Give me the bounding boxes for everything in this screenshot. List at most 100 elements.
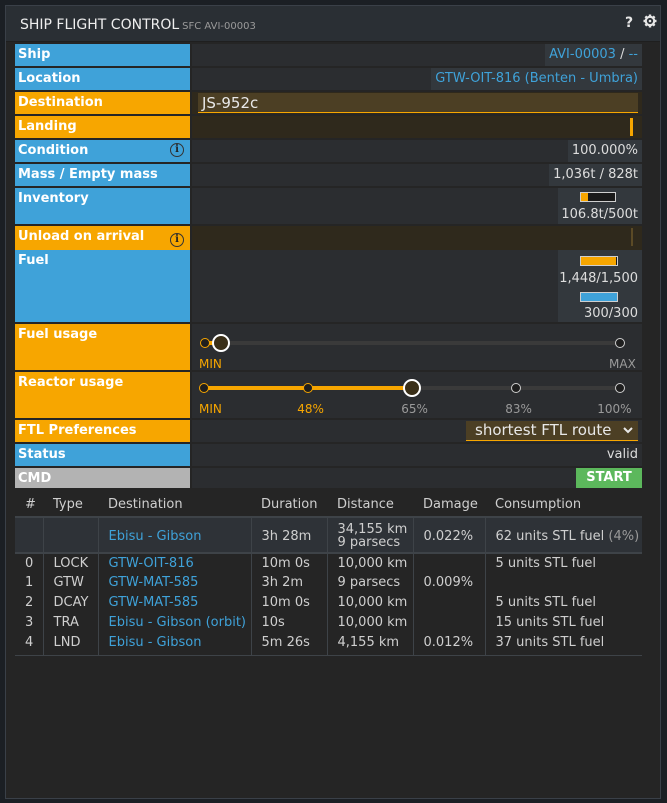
landing-label: Landing <box>15 116 190 138</box>
table-row: 2 DCAY GTW-MAT-585 10m 0s 10,000 km 5 units S… <box>15 595 642 615</box>
reactor-usage-tick[interactable] <box>615 383 625 393</box>
ftl-preferences-select[interactable]: shortest FTL route <box>466 421 638 441</box>
condition-label: Condition <box>18 143 89 158</box>
route-cell-duration: 10s <box>250 615 327 635</box>
stl-fuel-fill <box>581 257 616 265</box>
ship-link[interactable]: AVI-00003 <box>549 47 616 62</box>
reactor-usage-tick[interactable] <box>303 383 313 393</box>
fuel-usage-max-label: MAX <box>609 357 636 371</box>
start-button[interactable]: START <box>576 468 642 488</box>
summary-distance-parsecs: 9 parsecs <box>337 535 401 550</box>
col-num: # <box>15 493 43 518</box>
route-cell-type: LND <box>42 635 98 656</box>
summary-destination-cell: Ebisu - Gibson <box>97 517 251 554</box>
route-cell-destination: GTW-MAT-585 <box>97 595 251 615</box>
window-subtitle: SFC AVI-00003 <box>182 21 256 32</box>
table-row: 0 LOCK GTW-OIT-816 10m 0s 10,000 km 5 units S… <box>15 553 642 575</box>
col-duration: Duration <box>251 493 327 518</box>
table-row: 3 TRA Ebisu - Gibson (orbit) 10s 10,000 km 15… <box>15 615 642 635</box>
ship-extra-link[interactable]: -- <box>629 47 638 62</box>
stl-fuel-value: 1,448/1,500 <box>559 271 638 286</box>
location-link[interactable]: GTW-OIT-816 (Benten - Umbra) <box>435 71 638 86</box>
cmd-value-cell: START <box>192 468 642 488</box>
destination-input[interactable]: JS-952c <box>198 93 638 113</box>
condition-label-cell: Condition i <box>15 140 190 162</box>
route-destination-link[interactable]: GTW-MAT-585 <box>109 575 199 590</box>
table-row: 1 GTW GTW-MAT-585 3h 2m 9 parsecs 0.009% <box>15 575 642 595</box>
condition-row: Condition i 100.000% <box>15 140 642 162</box>
summary-type <box>42 517 98 554</box>
inventory-row: Inventory 106.8t/500t <box>15 188 642 224</box>
route-destination-link[interactable]: Ebisu - Gibson (orbit) <box>109 615 246 630</box>
route-cell-destination: Ebisu - Gibson (orbit) <box>97 615 251 635</box>
inventory-label: Inventory <box>15 188 190 224</box>
summary-damage: 0.022% <box>412 517 485 554</box>
route-cell-num: 4 <box>15 635 43 656</box>
reactor-usage-tick[interactable] <box>511 383 521 393</box>
route-cell-destination: Ebisu - Gibson <box>97 635 251 656</box>
unload-info-icon[interactable]: i <box>170 233 184 247</box>
ftl-preferences-selected: shortest FTL route <box>475 421 612 439</box>
status-value: valid <box>602 444 642 466</box>
summary-num <box>15 517 43 554</box>
inventory-bar-box: 106.8t/500t <box>558 188 642 224</box>
route-destination-link[interactable]: Ebisu - Gibson <box>109 635 202 650</box>
location-row: Location GTW-OIT-816 (Benten - Umbra) <box>15 68 642 90</box>
route-cell-distance: 9 parsecs <box>326 575 413 595</box>
route-destination-link[interactable]: GTW-MAT-585 <box>109 595 199 610</box>
reactor-usage-stop-label: 83% <box>505 402 532 416</box>
col-destination: Destination <box>98 493 251 518</box>
fuel-row: Fuel 1,448/1,500 300/300 <box>15 250 642 322</box>
route-header-row: # Type Destination Duration Distance Dam… <box>15 493 642 518</box>
route-cell-type: GTW <box>42 575 98 595</box>
help-icon[interactable]: ? <box>625 15 633 31</box>
ftl-preferences-label: FTL Preferences <box>15 420 190 442</box>
unload-label: Unload on arrival <box>18 229 145 244</box>
ship-label: Ship <box>15 44 190 66</box>
fuel-usage-row: Fuel usage MIN MAX <box>15 324 642 371</box>
route-cell-damage <box>412 615 485 635</box>
landing-value-cell[interactable] <box>192 116 642 138</box>
route-cell-distance: 10,000 km <box>326 553 413 575</box>
route-cell-type: TRA <box>42 615 98 635</box>
location-value-cell: GTW-OIT-816 (Benten - Umbra) <box>192 68 642 90</box>
inventory-fill <box>581 193 589 201</box>
route-cell-type: DCAY <box>42 595 98 615</box>
reactor-usage-row: Reactor usage MIN 48% 65% 83% 100% <box>15 372 642 418</box>
reactor-usage-slider[interactable]: MIN 48% 65% 83% 100% <box>192 372 642 418</box>
fuel-usage-max-tick <box>615 338 625 348</box>
ftl-fuel-fill <box>581 293 617 301</box>
route-cell-consumption: 15 units STL fuel <box>484 615 642 635</box>
cmd-label: CMD <box>15 468 190 488</box>
title-bar: SHIP FLIGHT CONTROL SFC AVI-00003 ? <box>6 6 660 42</box>
route-cell-num: 2 <box>25 595 34 610</box>
stl-fuel-bar <box>580 256 618 266</box>
summary-consumption: 62 units STL fuel (4%) <box>484 517 642 554</box>
destination-row: Destination JS-952c <box>15 92 642 114</box>
route-cell-distance: 4,155 km <box>326 635 413 656</box>
table-row: 4 LND Ebisu - Gibson 5m 26s 4,155 km 0.012% 37… <box>15 635 642 656</box>
route-cell-num: 1 <box>25 575 34 590</box>
ship-value: AVI-00003 / -- <box>545 44 642 66</box>
fuel-usage-track <box>204 341 620 345</box>
ship-flight-control-window: SHIP FLIGHT CONTROL SFC AVI-00003 ? Ship … <box>5 5 661 799</box>
window-title-text: SHIP FLIGHT CONTROL <box>20 17 180 33</box>
route-cell-duration: 5m 26s <box>250 635 327 656</box>
ftl-preferences-row: FTL Preferences shortest FTL route <box>15 420 642 442</box>
location-value: GTW-OIT-816 (Benten - Umbra) <box>431 68 642 90</box>
reactor-usage-knob[interactable] <box>403 379 421 397</box>
info-icon[interactable]: i <box>170 143 184 157</box>
route-destination-link[interactable]: GTW-OIT-816 <box>109 556 194 571</box>
fuel-usage-knob[interactable] <box>211 334 230 352</box>
chevron-down-icon <box>622 421 634 446</box>
gear-icon[interactable] <box>643 14 657 32</box>
summary-consumption-text: 62 units STL fuel <box>495 528 605 544</box>
ship-row: Ship AVI-00003 / -- <box>15 44 642 66</box>
fuel-usage-slider[interactable]: MIN MAX <box>192 324 642 371</box>
fuel-usage-label: Fuel usage <box>15 324 190 370</box>
summary-destination-link[interactable]: Ebisu - Gibson <box>109 529 202 544</box>
inventory-value-cell[interactable]: 106.8t/500t <box>192 188 642 224</box>
reactor-usage-tick[interactable] <box>199 383 209 393</box>
route-cell-damage <box>412 553 485 575</box>
col-consumption: Consumption <box>485 493 642 518</box>
